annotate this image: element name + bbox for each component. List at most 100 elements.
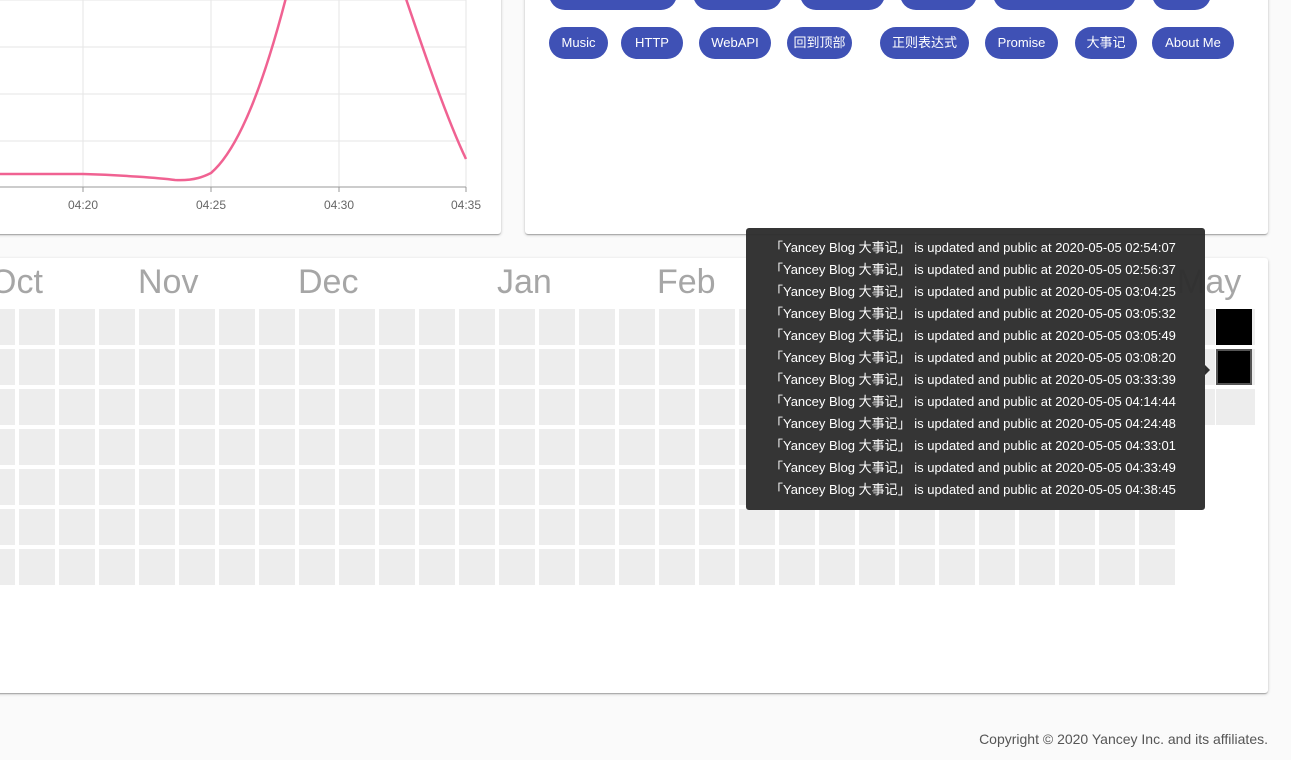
tag-webapi[interactable]: WebAPI [699, 27, 771, 59]
heatmap-cell[interactable] [179, 429, 215, 465]
heatmap-cell[interactable] [379, 309, 415, 345]
heatmap-cell[interactable] [59, 549, 95, 585]
heatmap-cell[interactable] [579, 389, 615, 425]
tag-milestones[interactable]: 大事记 [1075, 27, 1137, 59]
heatmap-cell[interactable] [419, 389, 455, 425]
heatmap-cell[interactable] [659, 509, 695, 545]
heatmap-cell[interactable] [0, 549, 15, 585]
heatmap-cell[interactable] [179, 469, 215, 505]
heatmap-cell[interactable] [659, 309, 695, 345]
heatmap-cell[interactable] [379, 429, 415, 465]
heatmap-cell[interactable] [619, 389, 655, 425]
heatmap-cell[interactable] [499, 389, 535, 425]
tag-about-me[interactable]: About Me [1152, 27, 1234, 59]
tag-promise[interactable]: Promise [985, 27, 1058, 59]
heatmap-cell[interactable] [739, 549, 775, 585]
heatmap-cell[interactable] [539, 309, 575, 345]
heatmap-cell[interactable] [619, 349, 655, 385]
heatmap-cell[interactable] [619, 309, 655, 345]
heatmap-cell[interactable] [739, 509, 775, 545]
heatmap-cell[interactable] [19, 389, 55, 425]
tag-clipped-4[interactable] [993, 0, 1136, 10]
heatmap-cell[interactable] [419, 469, 455, 505]
heatmap-cell[interactable] [379, 509, 415, 545]
heatmap-cell[interactable] [579, 509, 615, 545]
heatmap-cell[interactable] [139, 549, 175, 585]
heatmap-cell[interactable] [899, 509, 935, 545]
heatmap-cell[interactable] [579, 349, 615, 385]
heatmap-cell[interactable] [779, 549, 815, 585]
heatmap-cell[interactable] [499, 469, 535, 505]
heatmap-cell[interactable] [139, 389, 175, 425]
heatmap-cell[interactable] [19, 469, 55, 505]
heatmap-cell[interactable] [59, 509, 95, 545]
heatmap-cell[interactable] [539, 549, 575, 585]
tag-clipped-1[interactable] [693, 0, 782, 10]
heatmap-cell[interactable] [459, 389, 495, 425]
heatmap-cell[interactable] [139, 509, 175, 545]
heatmap-cell[interactable] [819, 549, 855, 585]
heatmap-cell[interactable] [19, 549, 55, 585]
heatmap-cell[interactable] [1099, 549, 1135, 585]
heatmap-cell[interactable] [859, 549, 895, 585]
heatmap-cell[interactable] [0, 429, 15, 465]
heatmap-cell[interactable] [139, 429, 175, 465]
tag-clipped-0[interactable] [549, 0, 677, 10]
heatmap-cell[interactable] [219, 549, 255, 585]
heatmap-cell[interactable] [499, 309, 535, 345]
heatmap-cell[interactable] [1019, 509, 1055, 545]
heatmap-cell[interactable] [539, 509, 575, 545]
heatmap-cell[interactable] [59, 469, 95, 505]
heatmap-cell[interactable] [699, 389, 735, 425]
heatmap-cell[interactable] [179, 509, 215, 545]
heatmap-cell[interactable] [219, 509, 255, 545]
heatmap-cell[interactable] [539, 429, 575, 465]
heatmap-cell[interactable] [499, 349, 535, 385]
heatmap-cell[interactable] [259, 349, 295, 385]
heatmap-cell[interactable] [299, 469, 335, 505]
heatmap-cell[interactable] [659, 469, 695, 505]
heatmap-cell[interactable] [179, 549, 215, 585]
heatmap-cell[interactable] [459, 429, 495, 465]
heatmap-cell[interactable] [419, 349, 455, 385]
heatmap-cell[interactable] [379, 349, 415, 385]
heatmap-cell[interactable] [219, 349, 255, 385]
heatmap-cell[interactable] [1216, 389, 1252, 425]
heatmap-cell[interactable] [99, 549, 135, 585]
heatmap-cell[interactable] [899, 549, 935, 585]
heatmap-cell[interactable] [539, 469, 575, 505]
heatmap-cell[interactable] [299, 389, 335, 425]
heatmap-cell[interactable] [299, 309, 335, 345]
heatmap-cell[interactable] [339, 349, 375, 385]
heatmap-cell[interactable] [299, 549, 335, 585]
heatmap-cell[interactable] [539, 389, 575, 425]
heatmap-cell[interactable] [1216, 309, 1252, 345]
heatmap-cell[interactable] [379, 389, 415, 425]
tag-clipped-3[interactable] [900, 0, 977, 10]
heatmap-cell[interactable] [0, 509, 15, 545]
heatmap-cell[interactable] [939, 549, 975, 585]
heatmap-cell[interactable] [99, 509, 135, 545]
heatmap-cell[interactable] [699, 349, 735, 385]
heatmap-cell[interactable] [0, 389, 15, 425]
heatmap-cell[interactable] [339, 509, 375, 545]
heatmap-cell[interactable] [539, 349, 575, 385]
heatmap-cell[interactable] [59, 309, 95, 345]
heatmap-cell[interactable] [219, 389, 255, 425]
heatmap-cell[interactable] [59, 389, 95, 425]
heatmap-cell[interactable] [779, 509, 815, 545]
heatmap-cell[interactable] [619, 429, 655, 465]
heatmap-cell[interactable] [579, 549, 615, 585]
heatmap-cell[interactable] [379, 549, 415, 585]
tag-music[interactable]: Music [549, 27, 608, 59]
heatmap-cell[interactable] [259, 509, 295, 545]
heatmap-cell[interactable] [459, 509, 495, 545]
heatmap-cell[interactable] [179, 309, 215, 345]
heatmap-cell[interactable] [699, 429, 735, 465]
heatmap-cell[interactable] [1099, 509, 1135, 545]
heatmap-cell[interactable] [299, 429, 335, 465]
heatmap-cell[interactable] [259, 429, 295, 465]
heatmap-cell[interactable] [99, 309, 135, 345]
heatmap-cell[interactable] [819, 509, 855, 545]
heatmap-cell[interactable] [419, 549, 455, 585]
